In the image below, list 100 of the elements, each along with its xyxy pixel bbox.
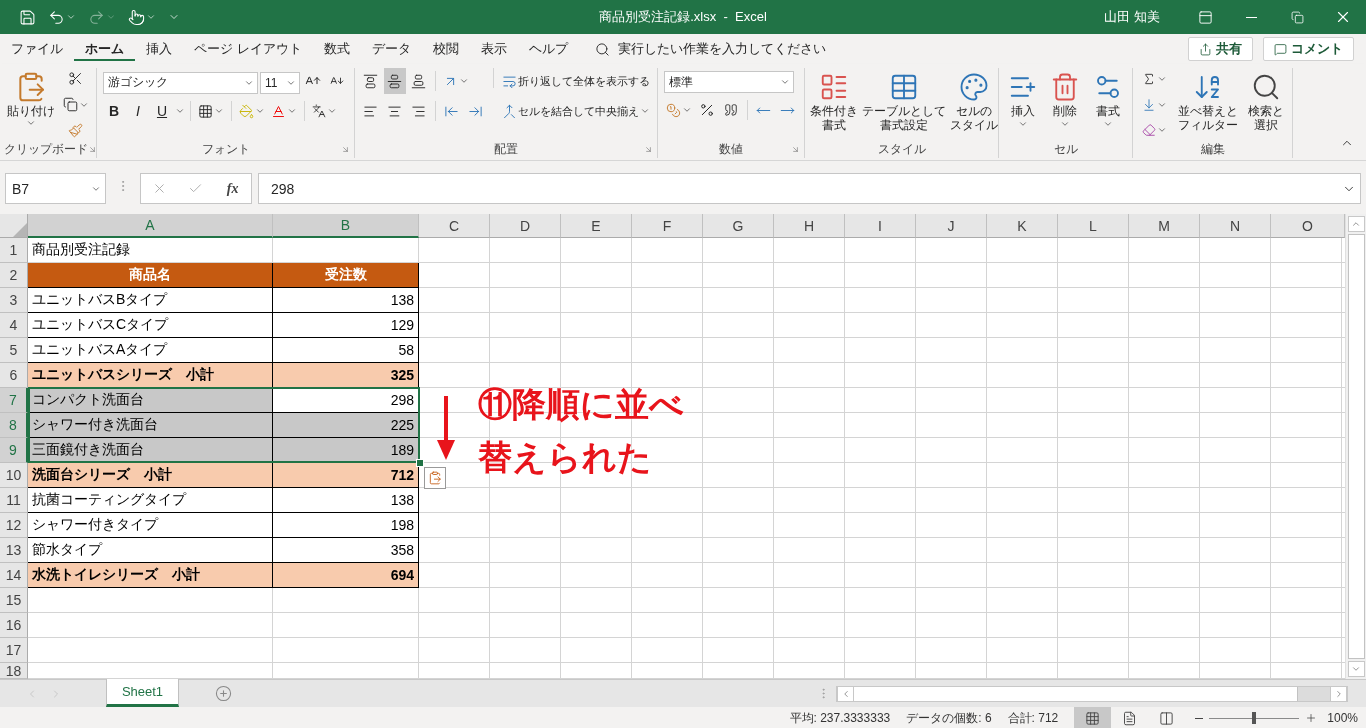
menu-tab[interactable]: 挿入: [135, 34, 183, 64]
scrollbar-thumb[interactable]: [1347, 234, 1365, 659]
row-number[interactable]: 8: [0, 413, 28, 438]
column-letter[interactable]: I: [845, 214, 916, 238]
row-number[interactable]: 16: [0, 613, 28, 638]
scroll-up-button[interactable]: [1347, 216, 1365, 232]
sheet-tab[interactable]: Sheet1: [106, 679, 179, 707]
table-cell: 129: [273, 313, 419, 338]
table-cell: ユニットバスCタイプ: [28, 313, 273, 338]
share-button[interactable]: 共有: [1188, 37, 1253, 61]
font-name-field[interactable]: 游ゴシック: [103, 71, 258, 94]
column-letter[interactable]: G: [703, 214, 774, 238]
paste-button[interactable]: 貼り付け: [5, 68, 56, 141]
view-button[interactable]: [1074, 707, 1112, 728]
menu-tab[interactable]: データ: [360, 34, 422, 64]
column-letter[interactable]: M: [1129, 214, 1200, 238]
merge-center-button[interactable]: セルを結合して中央揃え: [500, 98, 653, 124]
row-number[interactable]: 10: [0, 463, 28, 488]
font-style-button[interactable]: I: [127, 98, 149, 124]
ribbon-button[interactable]: 検索と 選択: [1247, 68, 1285, 141]
row-number[interactable]: 1: [0, 238, 28, 263]
vertical-scrollbar[interactable]: [1345, 214, 1366, 679]
zoom-level: 100%: [1327, 711, 1358, 725]
dialog-launcher-button[interactable]: [341, 145, 350, 154]
dialog-launcher-button[interactable]: [791, 145, 800, 154]
column-letter[interactable]: B: [273, 214, 419, 238]
row-number[interactable]: 2: [0, 263, 28, 288]
caret-icon: [106, 12, 116, 22]
menu-tab[interactable]: ホーム: [74, 34, 135, 64]
scrollbar-thumb[interactable]: [854, 686, 1298, 701]
column-letter[interactable]: F: [632, 214, 703, 238]
restore-icon: [1290, 10, 1304, 24]
dialog-launcher-button[interactable]: [88, 145, 97, 154]
font-style-button[interactable]: B: [103, 98, 125, 124]
ribbon-button[interactable]: テーブルとして 書式設定: [861, 68, 947, 141]
row-number[interactable]: 17: [0, 638, 28, 663]
row-number[interactable]: 5: [0, 338, 28, 363]
group-label: 編集: [1200, 141, 1225, 158]
column-letter[interactable]: K: [987, 214, 1058, 238]
menu-tab[interactable]: ファイル: [0, 34, 74, 64]
row-number[interactable]: 18: [0, 663, 28, 679]
row-number[interactable]: 3: [0, 288, 28, 313]
row-number[interactable]: 7: [0, 388, 28, 413]
table-cell: 694: [273, 563, 419, 588]
font-size-field[interactable]: 11: [260, 71, 300, 94]
select-all-button[interactable]: [0, 214, 28, 238]
number-format-field[interactable]: 標準: [663, 71, 794, 93]
row-number[interactable]: 9: [0, 438, 28, 463]
row-number[interactable]: 13: [0, 538, 28, 563]
zoom-thumb[interactable]: [1252, 712, 1257, 724]
menu-tab[interactable]: ヘルプ: [517, 34, 579, 64]
column-letter[interactable]: J: [916, 214, 987, 238]
group-label: セル: [1053, 141, 1078, 158]
row-number[interactable]: 15: [0, 588, 28, 613]
caret-icon: [255, 106, 265, 116]
wrap-text-button[interactable]: 折り返して全体を表示する: [500, 68, 653, 94]
column-letter[interactable]: N: [1200, 214, 1271, 238]
scroll-left-button[interactable]: [837, 685, 854, 702]
ribbon-button[interactable]: 挿入: [1007, 68, 1040, 141]
scroll-right-button[interactable]: [1330, 685, 1347, 702]
row-number[interactable]: 14: [0, 563, 28, 588]
vertical-align-button[interactable]: [383, 68, 406, 94]
column-letter[interactable]: O: [1271, 214, 1345, 238]
ribbon-button[interactable]: 書式: [1091, 68, 1124, 141]
column-letter[interactable]: D: [490, 214, 561, 238]
menu-tab[interactable]: 数式: [312, 34, 361, 64]
comment-button[interactable]: コメント: [1263, 37, 1354, 61]
horizontal-scrollbar[interactable]: [836, 685, 1348, 702]
column-letter[interactable]: C: [419, 214, 490, 238]
menu-tab[interactable]: 校閲: [421, 34, 470, 64]
column-letter[interactable]: L: [1058, 214, 1129, 238]
row-number[interactable]: 4: [0, 313, 28, 338]
menu-tab[interactable]: 表示: [469, 34, 518, 64]
caret-icon: [779, 77, 790, 87]
scroll-down-button[interactable]: [1347, 661, 1365, 677]
column-letter[interactable]: A: [28, 214, 273, 238]
table-cell: コンパクト洗面台: [28, 388, 273, 413]
row-number[interactable]: 6: [0, 363, 28, 388]
align-middle-icon: [387, 73, 403, 89]
ribbon-button[interactable]: セルの スタイル: [949, 68, 999, 141]
caret-icon: [1060, 119, 1071, 129]
column-letter[interactable]: E: [561, 214, 632, 238]
fill-handle[interactable]: [416, 459, 424, 467]
menu-tab[interactable]: ページ レイアウト: [183, 34, 313, 64]
formula-field[interactable]: 298: [258, 173, 1361, 204]
row-number[interactable]: 12: [0, 513, 28, 538]
ribbon-button[interactable]: 削除: [1049, 68, 1082, 141]
ribbon-button[interactable]: 並べ替えと フィルター: [1177, 68, 1239, 141]
ribbon-button[interactable]: 条件付き 書式: [809, 68, 859, 141]
font-style-button[interactable]: U: [151, 98, 173, 124]
quick-analysis-button[interactable]: [424, 467, 446, 489]
name-box[interactable]: B7: [5, 173, 106, 204]
column-letter[interactable]: H: [774, 214, 845, 238]
up-icon: [1351, 219, 1361, 229]
tell-me-search[interactable]: 実行したい作業を入力してください: [588, 39, 832, 59]
dialog-launcher-button[interactable]: [644, 145, 653, 154]
comma-icon: [723, 103, 738, 117]
insert-function-button[interactable]: fx: [221, 175, 244, 202]
zoom-in-button[interactable]: [1305, 712, 1318, 724]
row-number[interactable]: 11: [0, 488, 28, 513]
